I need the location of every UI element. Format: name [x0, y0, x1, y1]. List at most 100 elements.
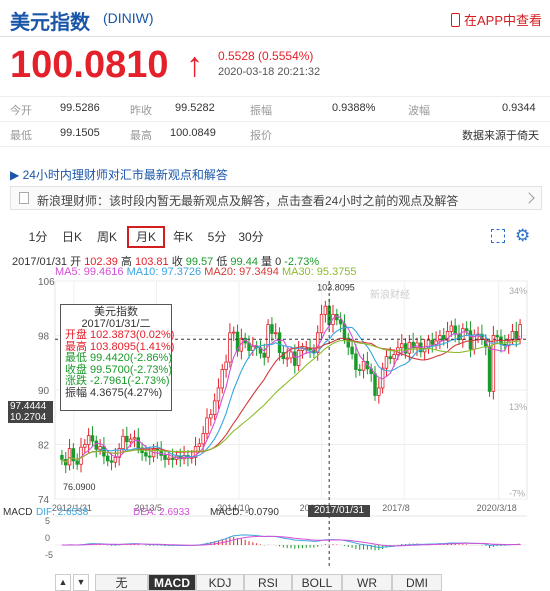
stats-divider: [0, 96, 550, 97]
crosshair-date-marker: 2017/01/31: [308, 505, 370, 517]
advisor-message-text: 新浪理财师：该时段内暂无最新观点及解答，点击查看24小时之前的观点及解答: [37, 194, 459, 208]
document-icon: [19, 192, 29, 204]
tooltip-title: 美元指数: [94, 306, 138, 318]
candle-body: [388, 356, 393, 360]
candle-body: [113, 457, 118, 463]
candle-body: [273, 332, 278, 335]
candle-body: [510, 331, 515, 340]
data-source: 数据来源于倚天: [462, 130, 539, 142]
tab-5min[interactable]: 5分: [205, 228, 229, 246]
y-tick-label: 106: [38, 277, 55, 288]
stat-value: 100.0849: [170, 127, 216, 139]
indicator-tab-rsi[interactable]: RSI: [244, 574, 292, 591]
candle-body: [220, 369, 225, 389]
candle-body: [468, 330, 473, 350]
stat-value: 99.5286: [60, 102, 100, 114]
candle-body: [109, 460, 114, 463]
candle-body: [83, 444, 87, 448]
candle-body: [464, 328, 469, 332]
header-divider: [0, 36, 550, 37]
indicator-tab-macd[interactable]: MACD: [148, 574, 196, 591]
indicator-tab-boll[interactable]: BOLL: [292, 574, 342, 591]
stats-row-2: 最低 99.1505 最高 100.0849 报价 数据来源于倚天: [10, 123, 542, 145]
candle-body: [350, 346, 354, 355]
stat-label: 今开: [10, 105, 32, 117]
candle-body: [170, 457, 175, 460]
candle-body: [216, 387, 221, 402]
pct-tick-label: 34%: [509, 286, 527, 296]
candle-body: [128, 438, 133, 443]
scroll-down-button[interactable]: ▼: [73, 574, 89, 591]
candle-body: [319, 313, 324, 334]
candle-body: [323, 305, 328, 315]
candle-body: [98, 446, 102, 450]
stat-label: 振幅: [250, 105, 272, 117]
indicator-tab-kdj[interactable]: KDJ: [196, 574, 244, 591]
stat-value: 0.9388%: [332, 102, 376, 114]
candle-body: [293, 351, 297, 366]
candle-body: [384, 356, 389, 369]
crosshair-pct: 10.2704: [10, 412, 47, 423]
candle-body: [105, 455, 110, 462]
candle-body: [415, 342, 419, 349]
tab-30min[interactable]: 30分: [236, 228, 266, 246]
tab-daily[interactable]: 日K: [58, 228, 86, 246]
candle-body: [373, 373, 377, 396]
tab-1min[interactable]: 1分: [26, 228, 50, 246]
indicator-tab-dmi[interactable]: DMI: [392, 574, 442, 591]
open-in-app-link[interactable]: 在APP中查看: [450, 10, 542, 29]
stats-divider: [0, 121, 550, 122]
tooltip-amplitude: 振幅 4.3675(4.27%): [65, 386, 163, 399]
tab-monthly[interactable]: 月K: [127, 226, 165, 248]
indicator-tab-none[interactable]: 无: [95, 574, 148, 591]
candle-body: [209, 414, 213, 419]
macd-y-tick: -5: [45, 550, 53, 560]
fullscreen-icon[interactable]: [491, 229, 505, 243]
advisor-message[interactable]: 新浪理财师：该时段内暂无最新观点及解答，点击查看24小时之前的观点及解答: [10, 186, 542, 210]
candle-body: [144, 452, 148, 457]
tooltip-open: 开盘 102.3873(0.02%): [65, 329, 175, 341]
bullet-icon: ▶: [10, 168, 23, 182]
candle-body: [285, 357, 289, 360]
candle-body: [167, 457, 171, 460]
stat-value: 99.5282: [175, 102, 215, 114]
tooltip-low: 最低 99.4420(-2.86%): [65, 352, 172, 364]
candle-body: [377, 387, 381, 396]
stat-label: 报价: [250, 130, 272, 142]
up-arrow-icon: ↑: [186, 46, 203, 84]
candle-body: [224, 361, 228, 370]
stat-label: 最低: [10, 130, 32, 142]
candle-body: [438, 335, 442, 342]
y-tick-label: 82: [38, 441, 50, 452]
gear-icon[interactable]: ⚙: [515, 226, 530, 246]
scroll-up-button[interactable]: ▲: [55, 574, 71, 591]
candle-body: [296, 350, 301, 366]
symbol-code: (DINIW): [103, 10, 154, 26]
candle-body: [399, 343, 404, 349]
candle-body: [201, 433, 205, 445]
tab-weekly[interactable]: 周K: [93, 228, 121, 246]
candle-body: [392, 354, 396, 360]
candle-body: [212, 400, 217, 415]
macd-dif-label: DIF: 2.6538: [36, 507, 89, 518]
price-change: 0.5528 (0.5554%): [218, 49, 314, 63]
advisor-title-label: 24小时内理财师对汇市最新观点和解答: [22, 168, 228, 182]
candle-body: [514, 331, 519, 340]
stats-row-1: 今开 99.5286 昨收 99.5282 振幅 0.9388% 波幅 0.93…: [10, 98, 542, 120]
crosshair-price-marker: 97.4444 10.2704: [8, 401, 53, 423]
indicator-tab-wr[interactable]: WR: [342, 574, 392, 591]
y-tick-label: 74: [38, 495, 50, 506]
candle-body: [86, 435, 91, 445]
macd-y-tick: 5: [45, 516, 50, 526]
advisor-title[interactable]: ▶ 24小时内理财师对汇市最新观点和解答: [10, 166, 228, 183]
stat-value: 99.1505: [60, 127, 100, 139]
candle-body: [266, 324, 270, 358]
y-tick-label: 90: [38, 386, 50, 397]
candle-body: [121, 435, 125, 449]
tab-yearly[interactable]: 年K: [170, 228, 196, 246]
candle-body: [277, 332, 282, 353]
stat-label: 昨收: [130, 105, 152, 117]
candle-body: [430, 339, 435, 345]
low-label: 76.0900: [63, 482, 96, 492]
candle-body: [90, 435, 95, 442]
